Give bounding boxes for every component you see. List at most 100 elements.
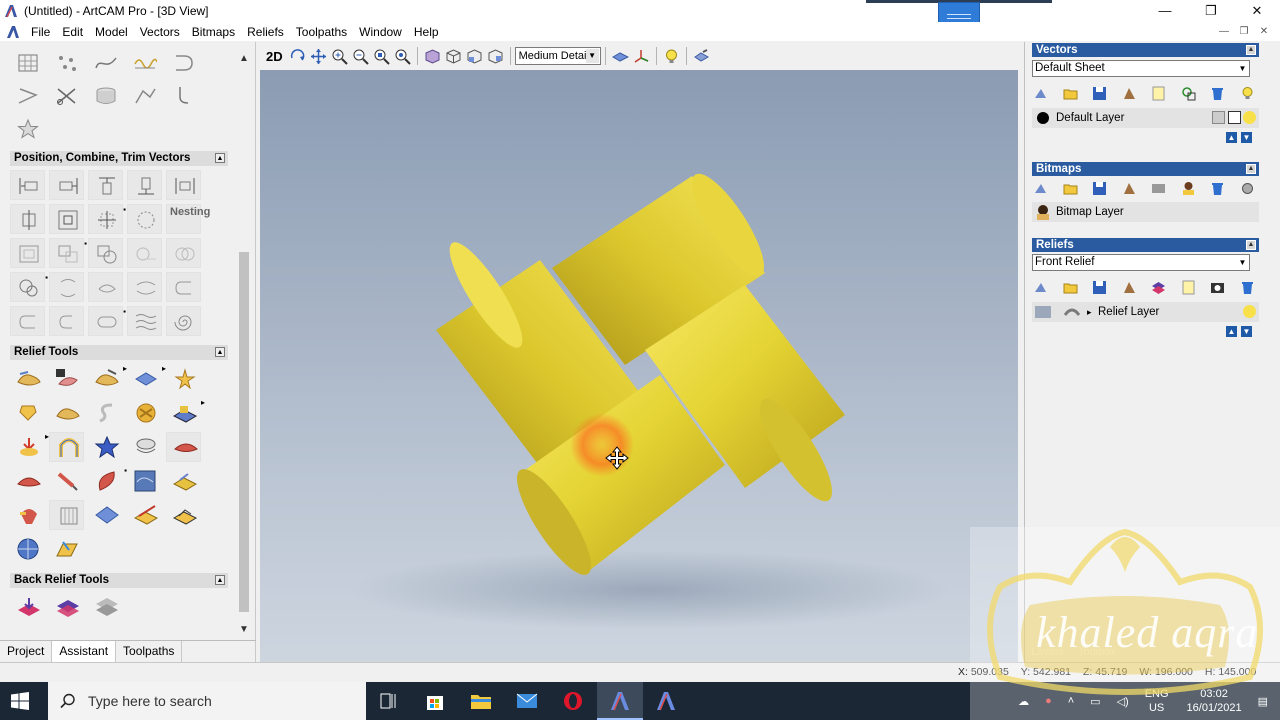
visibility-bulb-icon[interactable] — [1240, 86, 1255, 101]
bitmap-properties-icon[interactable] — [1151, 181, 1166, 196]
split-vector-tool-icon[interactable] — [166, 48, 201, 78]
tab-assistant[interactable]: Assistant — [52, 641, 117, 662]
save-icon[interactable] — [1092, 86, 1107, 101]
curve-tool-icon[interactable] — [88, 48, 123, 78]
relief-combine-icon[interactable]: ▸ — [88, 364, 127, 394]
draw-relief-icon[interactable] — [611, 48, 629, 65]
offset-icon[interactable] — [88, 272, 123, 302]
menu-bitmaps[interactable]: Bitmaps — [186, 25, 241, 39]
reliefs-header[interactable]: Reliefs ▲ — [1032, 238, 1259, 252]
detail-level-select[interactable]: Medium Detail — [514, 47, 601, 65]
relief-wizard-icon[interactable] — [166, 364, 201, 394]
save-bitmap-icon[interactable] — [1092, 181, 1107, 196]
relief-tools-section-header[interactable]: Relief Tools ▲ — [10, 345, 228, 360]
vector-sheet-select[interactable]: Default Sheet ▼ — [1032, 60, 1250, 77]
extrude-icon[interactable] — [10, 398, 45, 428]
scale-relief-icon[interactable]: ▪ — [88, 466, 127, 496]
menu-window[interactable]: Window — [353, 25, 408, 39]
render-settings-icon[interactable] — [693, 48, 710, 65]
open-relief-icon[interactable] — [1063, 280, 1078, 295]
menu-reliefs[interactable]: Reliefs — [241, 25, 290, 39]
clip-to-vector-icon[interactable] — [49, 500, 84, 530]
save-relief-layer-icon[interactable] — [1092, 280, 1107, 295]
relief-properties-icon[interactable] — [1181, 280, 1196, 295]
menu-model[interactable]: Model — [89, 25, 134, 39]
collapse-icon[interactable]: ▲ — [215, 153, 225, 163]
position-combine-trim-section-header[interactable]: Position, Combine, Trim Vectors ▲ — [10, 151, 228, 166]
align-left-icon[interactable] — [10, 170, 45, 200]
trim-icon[interactable] — [49, 272, 84, 302]
bitmap-layer-row[interactable]: Bitmap Layer — [1032, 202, 1259, 222]
back-relief-tools-section-header[interactable]: Back Relief Tools ▲ — [10, 573, 228, 588]
lock-icon[interactable] — [1212, 111, 1225, 124]
store-app-icon[interactable] — [412, 682, 458, 720]
star-tool-icon[interactable] — [10, 114, 45, 144]
bitmap-settings-icon[interactable] — [1240, 181, 1255, 196]
scroll-thumb[interactable] — [239, 252, 249, 612]
zoom-window-icon[interactable] — [373, 48, 390, 65]
iso-view-icon[interactable] — [424, 48, 441, 65]
wave-tool-icon[interactable] — [127, 48, 162, 78]
feature-relief-icon[interactable] — [127, 432, 162, 462]
mask-relief-icon[interactable] — [10, 466, 45, 496]
move-relief-down-icon[interactable]: ▼ — [1241, 326, 1252, 337]
line-tool-icon[interactable] — [10, 81, 45, 111]
menu-help[interactable]: Help — [408, 25, 445, 39]
menu-edit[interactable]: Edit — [56, 25, 89, 39]
move-vector-icon[interactable]: ▪ — [88, 204, 126, 234]
ungroup-icon[interactable]: ▪ — [49, 238, 87, 268]
top-view-icon[interactable] — [487, 48, 504, 65]
subtract-icon[interactable] — [127, 238, 162, 268]
file-explorer-icon[interactable] — [458, 682, 504, 720]
menu-vectors[interactable]: Vectors — [134, 25, 186, 39]
relief-layer-row[interactable]: ▸ Relief Layer — [1032, 302, 1259, 322]
join-icon[interactable] — [10, 306, 45, 336]
layer-properties-icon[interactable] — [1151, 86, 1166, 101]
align-bottom-icon[interactable] — [127, 170, 162, 200]
merge-layer-icon[interactable] — [1122, 86, 1137, 101]
task-view-button[interactable] — [366, 682, 412, 720]
rotate-view-icon[interactable] — [289, 48, 306, 65]
mail-app-icon[interactable] — [504, 682, 550, 720]
relief-mode-icon[interactable] — [1063, 303, 1081, 321]
node-points-tool-icon[interactable] — [49, 48, 84, 78]
spin-icon[interactable] — [49, 398, 84, 428]
relief-select[interactable]: Front Relief ▼ — [1032, 254, 1250, 271]
spiral-icon[interactable] — [166, 306, 201, 336]
back-relief-swap-icon[interactable] — [49, 592, 84, 622]
chamfer-icon[interactable]: ▪ — [88, 306, 126, 336]
tab-toolpaths[interactable]: Toolpaths — [116, 641, 183, 662]
close-vector-icon[interactable] — [166, 272, 201, 302]
emboss-relief-icon[interactable] — [166, 500, 201, 530]
taskbar-search-box[interactable]: Type here to search — [48, 682, 366, 720]
overlap-icon[interactable]: ▪ — [10, 272, 48, 302]
side-view-icon[interactable] — [466, 48, 483, 65]
bitmaps-header[interactable]: Bitmaps ▲ — [1032, 162, 1259, 176]
open-bitmap-icon[interactable] — [1063, 181, 1078, 196]
align-right-icon[interactable] — [49, 170, 84, 200]
wrap-relief-icon[interactable] — [166, 466, 201, 496]
opera-browser-icon[interactable] — [550, 682, 596, 720]
cylinder-tool-icon[interactable] — [88, 81, 123, 111]
toolbox-scrollbar[interactable]: ▲ ▼ — [237, 52, 251, 637]
zoom-out-icon[interactable] — [352, 48, 369, 65]
new-relief-layer-icon[interactable] — [1033, 280, 1048, 295]
lightbulb-icon[interactable] — [1243, 111, 1256, 124]
artcam-second-taskbar-icon[interactable] — [643, 682, 689, 720]
layer-color-swatch[interactable] — [1037, 112, 1049, 124]
intersect-icon[interactable] — [166, 238, 201, 268]
mdi-restore-button[interactable]: ❐ — [1234, 22, 1254, 41]
smooth-icon[interactable] — [127, 272, 162, 302]
back-relief-create-icon[interactable] — [10, 592, 45, 622]
add-star-relief-icon[interactable] — [88, 432, 123, 462]
fillet-tool-icon[interactable] — [166, 81, 201, 111]
close-button[interactable]: ✕ — [1234, 0, 1280, 22]
texture-relief-icon[interactable]: ▸ — [166, 398, 205, 428]
menu-toolpaths[interactable]: Toolpaths — [290, 25, 353, 39]
start-button[interactable] — [0, 682, 40, 720]
center-page-icon[interactable] — [49, 204, 84, 234]
rotate-vector-icon[interactable] — [127, 204, 162, 234]
globe-relief-icon[interactable] — [10, 534, 45, 564]
merge-bitmap-icon[interactable] — [1122, 181, 1137, 196]
nesting-icon[interactable]: Nesting — [166, 204, 210, 234]
